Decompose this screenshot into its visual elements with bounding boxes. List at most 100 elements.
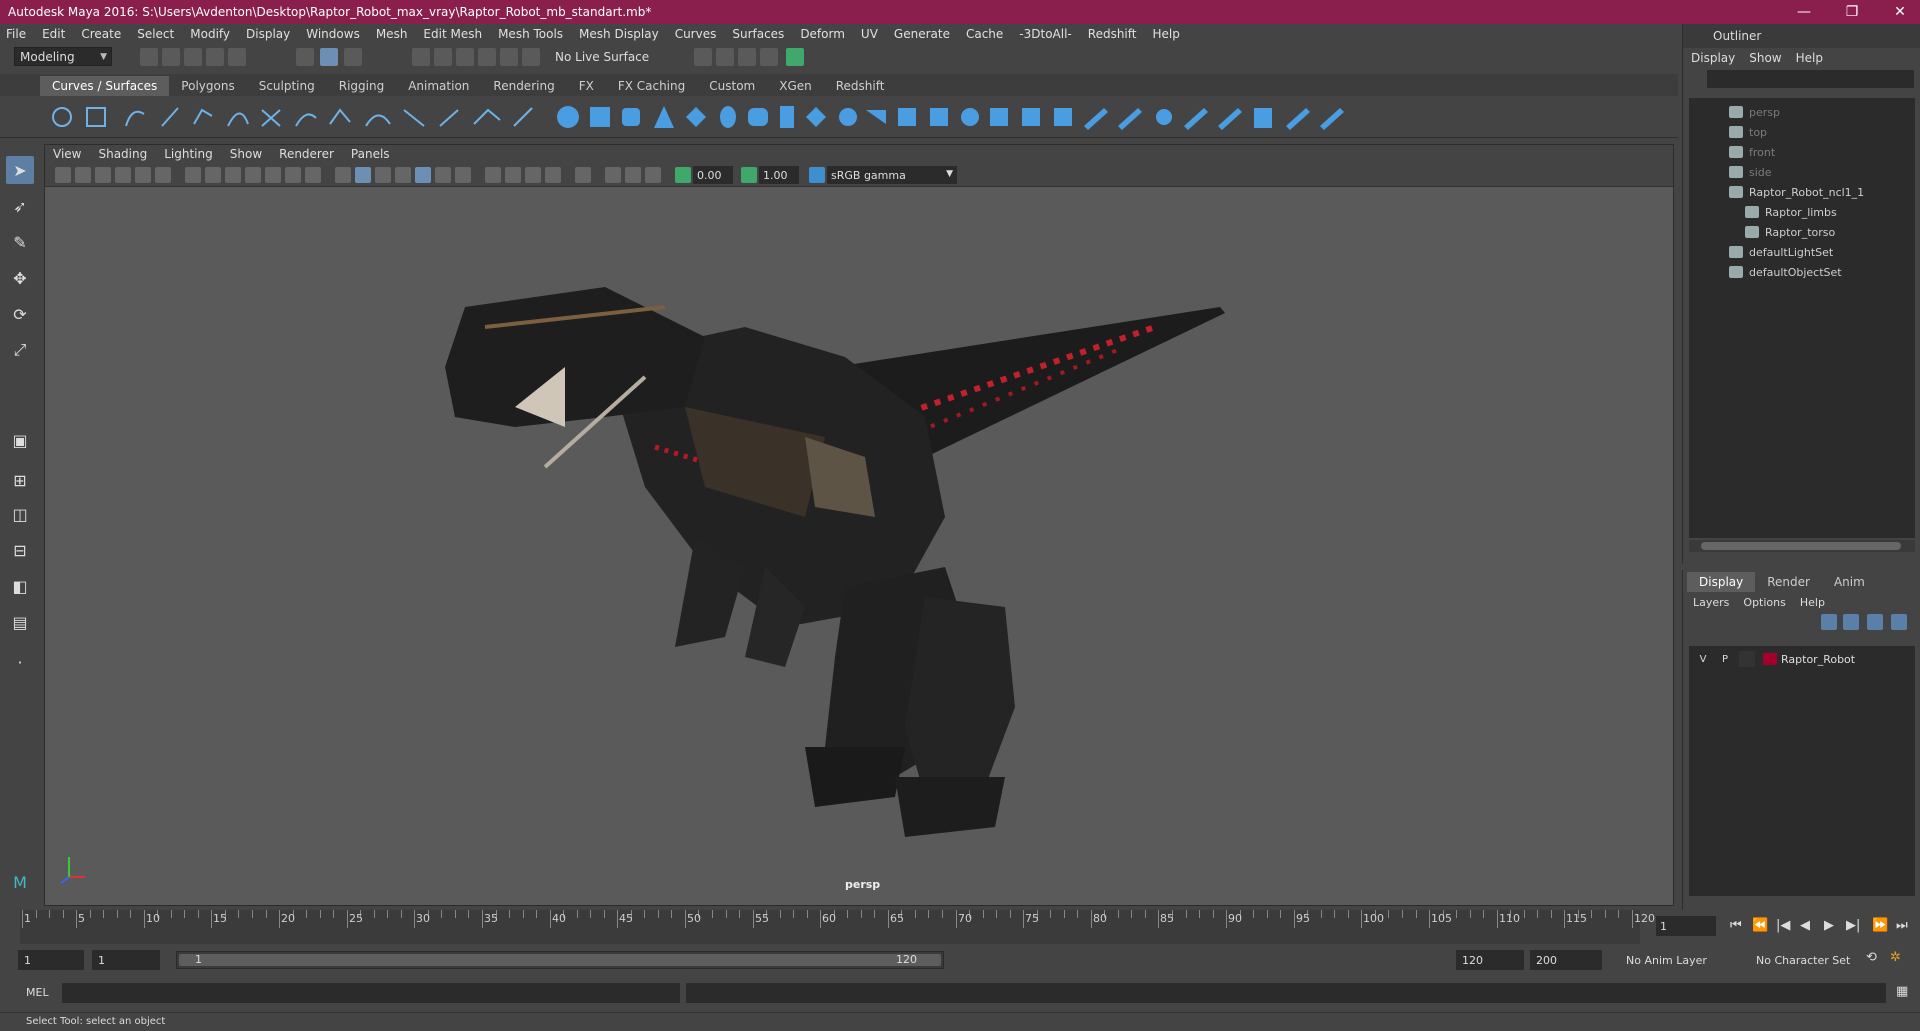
- use-all-lights-icon[interactable]: [435, 167, 451, 183]
- select-tool-icon[interactable]: ➤: [6, 156, 34, 184]
- gamma-field[interactable]: 1.00: [759, 166, 799, 184]
- select-objects-icon[interactable]: [320, 48, 338, 66]
- character-set-dropdown[interactable]: No Character Set: [1750, 950, 1872, 970]
- menu-curves[interactable]: Curves: [675, 27, 717, 41]
- lock-camera-icon[interactable]: [75, 167, 91, 183]
- shelf-tab-xgen[interactable]: XGen: [767, 76, 824, 96]
- script-editor-icon[interactable]: ▦: [1896, 984, 1908, 999]
- layer-color-swatch[interactable]: [1763, 653, 1777, 665]
- outliner-item[interactable]: defaultObjectSet: [1729, 262, 1842, 282]
- menu-generate[interactable]: Generate: [894, 27, 950, 41]
- menu-file[interactable]: File: [6, 27, 26, 41]
- current-frame-field[interactable]: 1: [1656, 916, 1716, 936]
- move-layer-down-icon[interactable]: [1843, 614, 1859, 630]
- anim-layer-dropdown[interactable]: No Anim Layer: [1620, 950, 1744, 970]
- playback-end-field[interactable]: 120: [1456, 950, 1524, 970]
- layer-type-toggle[interactable]: [1739, 651, 1755, 667]
- scale-tool-icon[interactable]: ⤢: [6, 336, 34, 364]
- shelf-tab-rigging[interactable]: Rigging: [327, 76, 396, 96]
- view-transform-dropdown[interactable]: sRGB gamma ▼: [827, 166, 957, 184]
- move-layer-up-icon[interactable]: [1821, 614, 1837, 630]
- shelf-tab-redshift[interactable]: Redshift: [824, 76, 897, 96]
- layer-menu-options[interactable]: Options: [1743, 596, 1785, 609]
- color-management-icon[interactable]: [809, 167, 825, 183]
- shelf-tab-polygons[interactable]: Polygons: [169, 76, 246, 96]
- play-backwards-icon[interactable]: ◀: [1800, 918, 1810, 933]
- shelf-tab-curves-surfaces[interactable]: Curves / Surfaces: [40, 76, 170, 96]
- menu-edit[interactable]: Edit: [42, 27, 65, 41]
- shelf-tab-animation[interactable]: Animation: [396, 76, 481, 96]
- wireframe-on-shaded-icon[interactable]: [375, 167, 391, 183]
- select-components-icon[interactable]: [344, 48, 362, 66]
- depth-of-field-icon[interactable]: [545, 167, 561, 183]
- 2d-pan-zoom-icon[interactable]: [135, 167, 151, 183]
- menu-windows[interactable]: Windows: [306, 27, 360, 41]
- rotate-tool-icon[interactable]: ⟳: [6, 300, 34, 328]
- open-scene-icon[interactable]: [162, 48, 180, 66]
- outliner-layout-icon[interactable]: ▤: [6, 608, 34, 636]
- layer-tab-display[interactable]: Display: [1687, 572, 1756, 592]
- new-empty-layer-icon[interactable]: [1867, 614, 1883, 630]
- playback-start-field[interactable]: 1: [92, 950, 160, 970]
- menu-edit-mesh[interactable]: Edit Mesh: [423, 27, 482, 41]
- preferences-icon[interactable]: ✲: [1890, 950, 1901, 965]
- viewport-menu-shading[interactable]: Shading: [98, 147, 147, 161]
- go-to-start-icon[interactable]: ⏮: [1730, 918, 1742, 933]
- menu-surfaces[interactable]: Surfaces: [732, 27, 784, 41]
- shelf-tab-sculpting[interactable]: Sculpting: [247, 76, 327, 96]
- outliner-item[interactable]: defaultLightSet: [1729, 242, 1833, 262]
- command-language-label[interactable]: MEL: [26, 986, 49, 999]
- field-chart-icon[interactable]: [265, 167, 281, 183]
- close-button[interactable]: ✕: [1882, 0, 1918, 24]
- auto-key-icon[interactable]: ⟲: [1866, 950, 1877, 965]
- ipr-render-icon[interactable]: [716, 48, 734, 66]
- component-xray-icon[interactable]: [645, 167, 661, 183]
- outliner-horizontal-scrollbar[interactable]: [1689, 540, 1915, 552]
- render-frame-icon[interactable]: [694, 48, 712, 66]
- outliner-menu-show[interactable]: Show: [1749, 51, 1781, 65]
- image-plane-icon[interactable]: [115, 167, 131, 183]
- maximize-button[interactable]: ❐: [1834, 0, 1870, 24]
- outliner-menu-display[interactable]: Display: [1691, 51, 1735, 65]
- step-forward-key-icon[interactable]: ▶|: [1846, 918, 1860, 933]
- menu-redshift[interactable]: Redshift: [1088, 27, 1137, 41]
- shadows-icon[interactable]: [455, 167, 471, 183]
- snap-point-icon[interactable]: [456, 48, 474, 66]
- snap-grid-icon[interactable]: [412, 48, 430, 66]
- shelf-tab-custom[interactable]: Custom: [697, 76, 767, 96]
- outliner-tree[interactable]: persp top front side Raptor_Robot_ncl1_1 Rapt…: [1689, 98, 1915, 538]
- step-back-frame-icon[interactable]: ⏪: [1752, 918, 1768, 933]
- shelf-tab-rendering[interactable]: Rendering: [481, 76, 566, 96]
- live-surface-field[interactable]: No Live Surface: [550, 47, 650, 66]
- outliner-item[interactable]: front: [1729, 142, 1775, 162]
- gate-mask-icon[interactable]: [245, 167, 261, 183]
- step-forward-frame-icon[interactable]: ⏩: [1872, 918, 1888, 933]
- single-perspective-layout-icon[interactable]: ▣: [6, 426, 34, 454]
- playback-range-fill[interactable]: [179, 954, 941, 966]
- persp-graph-layout-icon[interactable]: ⊟: [6, 536, 34, 564]
- render-view-icon[interactable]: [786, 48, 804, 66]
- xray-joints-icon[interactable]: [605, 167, 621, 183]
- textured-icon[interactable]: [415, 167, 431, 183]
- outliner-item[interactable]: top: [1729, 122, 1767, 142]
- viewport-menu-panels[interactable]: Panels: [351, 147, 390, 161]
- menu-uv[interactable]: UV: [861, 27, 878, 41]
- safe-title-icon[interactable]: [305, 167, 321, 183]
- perspective-view[interactable]: persp: [45, 187, 1673, 905]
- render-settings-icon[interactable]: [738, 48, 756, 66]
- layer-menu-help[interactable]: Help: [1800, 596, 1825, 609]
- menu-help[interactable]: Help: [1152, 27, 1179, 41]
- lasso-tool-icon[interactable]: ➶: [6, 192, 34, 220]
- select-camera-icon[interactable]: [55, 167, 71, 183]
- film-gate-icon[interactable]: [205, 167, 221, 183]
- undo-icon[interactable]: [206, 48, 224, 66]
- menu-modify[interactable]: Modify: [190, 27, 230, 41]
- move-tool-icon[interactable]: ✥: [6, 264, 34, 292]
- grease-pencil-icon[interactable]: [155, 167, 171, 183]
- viewport-menu-renderer[interactable]: Renderer: [279, 147, 334, 161]
- exposure-field[interactable]: 0.00: [693, 166, 733, 184]
- layer-tab-anim[interactable]: Anim: [1822, 572, 1877, 592]
- xray-icon[interactable]: [395, 167, 411, 183]
- new-scene-icon[interactable]: [140, 48, 158, 66]
- animation-start-field[interactable]: 1: [18, 950, 84, 970]
